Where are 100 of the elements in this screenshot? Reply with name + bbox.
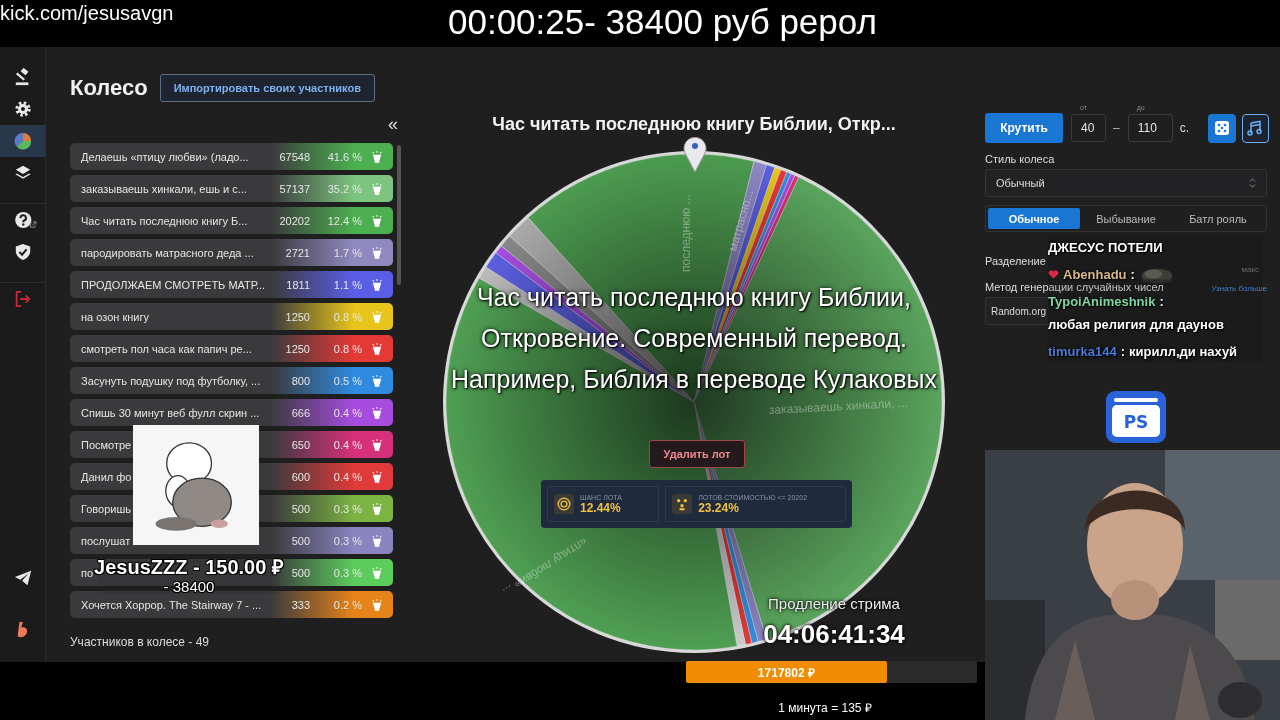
lamp-icon[interactable]	[370, 437, 384, 452]
lamp-icon[interactable]	[370, 469, 384, 484]
participant-amount: 20202	[278, 214, 310, 227]
lamp-icon[interactable]	[370, 533, 384, 548]
participant-amount: 57137	[278, 182, 310, 195]
participant-percent: 0.3 %	[332, 566, 362, 579]
lamp-icon[interactable]	[370, 149, 384, 164]
participant-amount: 800	[290, 374, 310, 387]
participant-name: пародировать матрасного деда ...	[81, 246, 254, 259]
wheel-title: Час читать последнюю книгу Библии, Откр...	[492, 113, 896, 136]
chat-separator: :	[1159, 293, 1164, 311]
dice-button[interactable]	[1208, 113, 1236, 143]
collapse-button[interactable]: «	[388, 116, 398, 132]
participant-name: Делаешь «птицу любви» (ладо...	[81, 150, 249, 163]
participant-percent: 0.8 %	[332, 342, 362, 355]
rng-select[interactable]: Random.org	[985, 297, 1049, 325]
style-select[interactable]: Обычный	[985, 169, 1267, 197]
participant-name: Посмотре	[81, 438, 132, 451]
participant-percent: 0.4 %	[332, 470, 362, 483]
participant-name: Хочется Хоррор. The Stairway 7 - ...	[81, 598, 262, 611]
participant-row[interactable]: Спишь 30 минут веб фулл скрин ... 666 0.4 %	[70, 399, 393, 426]
settings-icon	[13, 100, 32, 118]
from-field[interactable]: 40	[1071, 114, 1107, 142]
delete-lot-button[interactable]: Удалить лот	[649, 440, 745, 468]
participant-name: послушат	[81, 534, 131, 547]
style-label: Стиль колеса	[985, 153, 1056, 165]
participant-amount: 1250	[284, 310, 310, 323]
lamp-icon[interactable]	[370, 597, 384, 612]
chat-username: Abenhadu	[1063, 266, 1127, 283]
layers-icon	[13, 164, 32, 182]
participant-row[interactable]: Час читать последнюю книгу Б... 20202 12.4 %	[70, 207, 393, 234]
participant-amount: 650	[290, 438, 310, 451]
participant-amount: 2721	[284, 246, 310, 259]
donation-text: JesusZZZ - 150.00 ₽	[94, 556, 284, 578]
participant-percent: 0.4 %	[332, 406, 362, 419]
participant-name: Спишь 30 минут веб фулл скрин ...	[81, 406, 260, 419]
mode-tab[interactable]: Батл рояль	[1172, 208, 1264, 229]
lamp-icon[interactable]	[370, 405, 384, 420]
winner-text: Час читать последнюю книгу Библии, Откровение. Современный перевод. Например, Библия в переводе Кулаковых	[450, 282, 938, 395]
lamp-icon[interactable]	[370, 341, 384, 356]
participant-row[interactable]: Делаешь «птицу любви» (ладо... 67548 41.6 %	[70, 143, 393, 170]
lamp-icon[interactable]	[370, 245, 384, 260]
dice-icon	[1213, 120, 1230, 136]
help-icon	[13, 211, 38, 229]
music-note-icon	[1247, 120, 1264, 136]
lamp-icon[interactable]	[370, 501, 384, 516]
range-dash: –	[1113, 121, 1120, 135]
lamp-icon[interactable]	[370, 213, 384, 228]
import-button[interactable]: Импортировать своих участников	[159, 74, 375, 102]
participant-amount: 500	[290, 502, 310, 515]
spin-button[interactable]: Крутить	[985, 113, 1064, 143]
participant-percent: 12.4 %	[326, 214, 362, 227]
chat-separator: :	[1130, 266, 1135, 283]
music-button[interactable]	[1241, 113, 1269, 143]
participant-name: на озон книгу	[81, 310, 149, 323]
participant-percent: 0.4 %	[332, 438, 362, 451]
pointer-icon	[683, 137, 707, 173]
split-label: Разделение	[985, 255, 1046, 267]
panel-title: Колесо	[70, 75, 148, 101]
mode-tab[interactable]: Обычное	[988, 208, 1080, 229]
participant-percent: 0.3 %	[332, 502, 362, 515]
stream-url: kick.com/jesusavgn	[0, 2, 175, 25]
participant-row[interactable]: Засунуть подушку под футболку, ... 800 0.5 %	[70, 367, 393, 394]
learn-more-link[interactable]: Узнать больше	[1211, 284, 1267, 293]
participants-count: Участников в колесе - 49	[70, 635, 210, 649]
participant-percent: 1.1 %	[332, 278, 362, 291]
participant-row[interactable]: смотреть пол часа как папич ре... 1250 0.8 %	[70, 335, 393, 362]
participant-percent: 35.2 %	[326, 182, 362, 195]
participant-percent: 41.6 %	[326, 150, 362, 163]
chat-text: любая религия для даунов	[1048, 316, 1224, 334]
participant-name: ПРОДОЛЖАЕМ СМОТРЕТЬ МАТР...	[81, 278, 266, 291]
lamp-icon[interactable]	[370, 277, 384, 292]
participant-name: Засунуть подушку под футболку, ...	[81, 374, 261, 387]
participant-row[interactable]: Хочется Хоррор. The Stairway 7 - ... 333 0.2 %	[70, 591, 393, 618]
participant-row[interactable]: ПРОДОЛЖАЕМ СМОТРЕТЬ МАТР... 1811 1.1 %	[70, 271, 393, 298]
participant-row[interactable]: пародировать матрасного деда ... 2721 1.7 %	[70, 239, 393, 266]
participant-name: Данил фо	[81, 470, 132, 483]
wallet-icon[interactable]: PS	[1105, 390, 1167, 444]
participant-row[interactable]: заказываешь хинкали, ешь и с... 57137 35.2 %	[70, 175, 393, 202]
lamp-icon[interactable]	[370, 373, 384, 388]
rng-label: Метод генерации случайных чисел	[985, 281, 1164, 293]
participant-name: по	[81, 566, 94, 579]
mode-tab[interactable]: Выбывание	[1080, 208, 1172, 229]
to-field[interactable]: 110	[1127, 114, 1173, 142]
participant-name: Час читать последнюю книгу Б...	[81, 214, 248, 227]
split-max-label: макс	[1241, 265, 1259, 274]
participant-amount: 1250	[284, 342, 310, 355]
stat-value: 23.24%	[698, 500, 740, 515]
participant-amount: 333	[290, 598, 310, 611]
participant-amount: 666	[290, 406, 310, 419]
pie-chart-icon	[13, 132, 32, 150]
chat-username: TypoiAnimeshnik	[1048, 293, 1156, 311]
participant-row[interactable]: на озон книгу 1250 0.8 %	[70, 303, 393, 330]
participant-percent: 0.3 %	[332, 534, 362, 547]
participant-percent: 1.7 %	[332, 246, 362, 259]
participant-percent: 0.5 %	[332, 374, 362, 387]
chat-text: кирилл,ди нахуй	[1129, 343, 1238, 361]
participant-name: заказываешь хинкали, ешь и с...	[81, 182, 247, 195]
shield-check-icon	[13, 243, 32, 261]
participant-name: смотреть пол часа как папич ре...	[81, 342, 252, 355]
